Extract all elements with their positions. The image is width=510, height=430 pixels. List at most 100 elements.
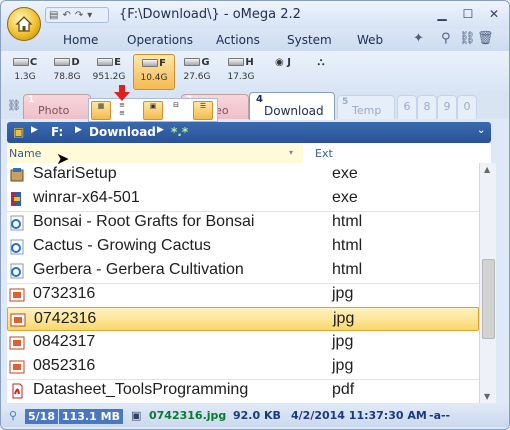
app-menu-button[interactable] — [7, 7, 41, 41]
drive-d[interactable]: D 78.8G — [47, 54, 87, 88]
window-title: {F:\Download\} - oMega 2.2 — [119, 7, 301, 22]
file-ext: html — [332, 237, 363, 254]
file-name: 0732316 — [33, 285, 96, 302]
total-size: 113.1 MB — [59, 409, 123, 424]
file-name: 0742316 — [34, 310, 97, 327]
disc-icon: ◉ — [275, 57, 284, 68]
file-row[interactable]: SafariSetup exe — [7, 163, 479, 187]
drive-c[interactable]: C 1.3G — [5, 54, 45, 88]
redo-icon[interactable]: ↷ — [75, 10, 83, 21]
path-bar: ▣ ▶ F: ▶ Download ▶ *.* ⌄ — [7, 122, 491, 143]
undo-icon[interactable]: ↶ — [62, 10, 70, 21]
mouse-cursor-icon: ➤ — [56, 149, 70, 168]
html-icon — [9, 215, 25, 231]
file-ext: html — [332, 213, 363, 230]
status-file-date: 4/2/2014 11:37:30 AM — [291, 409, 427, 422]
link-icon[interactable]: ⛓ — [459, 31, 476, 46]
pin-icon[interactable]: ⚲ — [441, 31, 451, 46]
view-icons-icon[interactable]: ▦ — [91, 101, 111, 120]
ext-column-header[interactable]: Ext — [315, 147, 333, 160]
file-list: SafariSetup exe winrar-x64-501 exe Bonsai - … — [7, 163, 479, 403]
file-name: Gerbera - Gerbera Cultivation — [33, 261, 244, 278]
image-icon — [9, 287, 25, 303]
drive-h[interactable]: H 17.3G — [221, 54, 261, 88]
network-icon: ⛬ — [317, 57, 325, 68]
chevron-right-icon: ▶ — [75, 125, 82, 135]
file-row[interactable]: Datasheet_ToolsProgramming pdf — [7, 379, 479, 403]
path-dropdown-icon[interactable]: ⌄ — [477, 125, 485, 136]
file-row[interactable]: 0842317 jpg — [7, 331, 479, 355]
view-details-icon[interactable]: ≡ ≡ — [113, 101, 131, 118]
menu-operations[interactable]: Operations — [127, 33, 193, 47]
status-file-name: 0742316.jpg — [149, 409, 227, 422]
tab-slot-6[interactable]: 6 — [397, 95, 417, 119]
path-folder[interactable]: Download — [89, 125, 156, 139]
dropdown-icon[interactable]: ▾ — [87, 10, 92, 21]
quick-access-toolbar[interactable]: ▤ ↶ ↷ ▾ — [45, 7, 109, 23]
name-column-header[interactable]: Name — [7, 143, 303, 163]
view-thumbs-icon[interactable]: ⊟ — [167, 101, 185, 118]
tab-photo[interactable]: 1 Photo — [23, 94, 91, 119]
menu-web[interactable]: Web — [357, 33, 383, 47]
file-row[interactable]: 0732316 jpg — [7, 283, 479, 307]
file-ext: jpg — [332, 333, 354, 350]
scroll-down-icon[interactable]: ▼ — [484, 392, 490, 401]
html-icon — [9, 263, 25, 279]
tab-slot-0[interactable]: 0 — [457, 95, 477, 119]
menu-system[interactable]: System — [287, 33, 332, 47]
archive-icon — [9, 191, 25, 207]
folder-icon: ▣ — [13, 125, 25, 139]
file-ext: jpg — [333, 310, 355, 327]
image-icon — [9, 359, 25, 375]
file-ext: exe — [332, 189, 358, 206]
close-button[interactable]: ✕ — [483, 6, 505, 22]
file-row[interactable]: winrar-x64-501 exe — [7, 187, 479, 211]
new-window-icon[interactable]: ✦ — [413, 31, 424, 46]
vertical-scrollbar[interactable]: ▲ ▼ — [479, 163, 496, 403]
file-ext: pdf — [332, 381, 355, 398]
network-drive[interactable]: ⛬ — [301, 54, 341, 88]
file-ext: exe — [332, 165, 358, 182]
column-headers: Name ▾ Ext — [7, 143, 491, 164]
file-row[interactable]: Gerbera - Gerbera Cultivation html — [7, 259, 479, 283]
file-row[interactable]: Cactus - Growing Cactus html — [7, 235, 479, 259]
view-list-icon[interactable]: ☰ — [193, 101, 213, 120]
folder-tabs: 1Photo 3leo 4Download 5Temp 6 8 9 0 ⛓ — [1, 91, 509, 120]
drive-g[interactable]: G 27.6G — [177, 54, 217, 88]
tab-temp[interactable]: 5 Temp — [337, 95, 395, 119]
tab-slot-9[interactable]: 9 — [437, 95, 457, 119]
selection-count: 5/18 — [25, 409, 58, 424]
file-row[interactable]: Bonsai - Root Grafts for Bonsai html — [7, 211, 479, 235]
view-large-icon[interactable]: ▣ — [143, 101, 163, 120]
drive-j[interactable]: ◉ J — [263, 54, 303, 88]
file-name: SafariSetup — [33, 165, 117, 182]
scroll-thumb[interactable] — [482, 259, 495, 339]
drive-f[interactable]: F 10.4G — [133, 54, 175, 90]
toolbar-icon[interactable]: ▤ — [49, 10, 58, 21]
file-name: Cactus - Growing Cactus — [33, 237, 211, 254]
menu-home[interactable]: Home — [63, 33, 98, 47]
file-row[interactable]: 0852316 jpg — [7, 355, 479, 379]
pdf-icon — [9, 383, 25, 399]
chevron-right-icon: ▶ — [31, 125, 38, 135]
trash-icon[interactable]: 🗑 — [477, 31, 494, 46]
tab-download[interactable]: 4 Download — [249, 92, 335, 120]
path-filter[interactable]: *.* — [171, 125, 188, 139]
ribbon-tabs: Home Operations Actions System Web ✦ ⚲ ⛓… — [1, 29, 509, 52]
menu-actions[interactable]: Actions — [216, 33, 260, 47]
scroll-up-icon[interactable]: ▲ — [484, 165, 490, 174]
drive-e[interactable]: E 951.2G — [89, 54, 129, 88]
file-name: winrar-x64-501 — [33, 189, 140, 206]
sort-icon[interactable]: ▾ — [289, 148, 293, 157]
file-row-selected[interactable]: 0742316 jpg — [7, 307, 479, 331]
minimize-button[interactable]: ▁ — [431, 6, 453, 22]
tabs-link-icon[interactable]: ⛓ — [7, 99, 21, 112]
file-ext: jpg — [332, 357, 354, 374]
tab-slot-8[interactable]: 8 — [417, 95, 437, 119]
title-bar: ▤ ↶ ↷ ▾ {F:\Download\} - oMega 2.2 ▁ ☐ ✕ — [1, 1, 509, 29]
search-icon[interactable]: ⚲ — [9, 409, 17, 422]
path-drive[interactable]: F: — [51, 125, 63, 139]
file-ext: jpg — [332, 285, 354, 302]
file-name: 0842317 — [33, 333, 96, 350]
maximize-button[interactable]: ☐ — [457, 6, 479, 22]
